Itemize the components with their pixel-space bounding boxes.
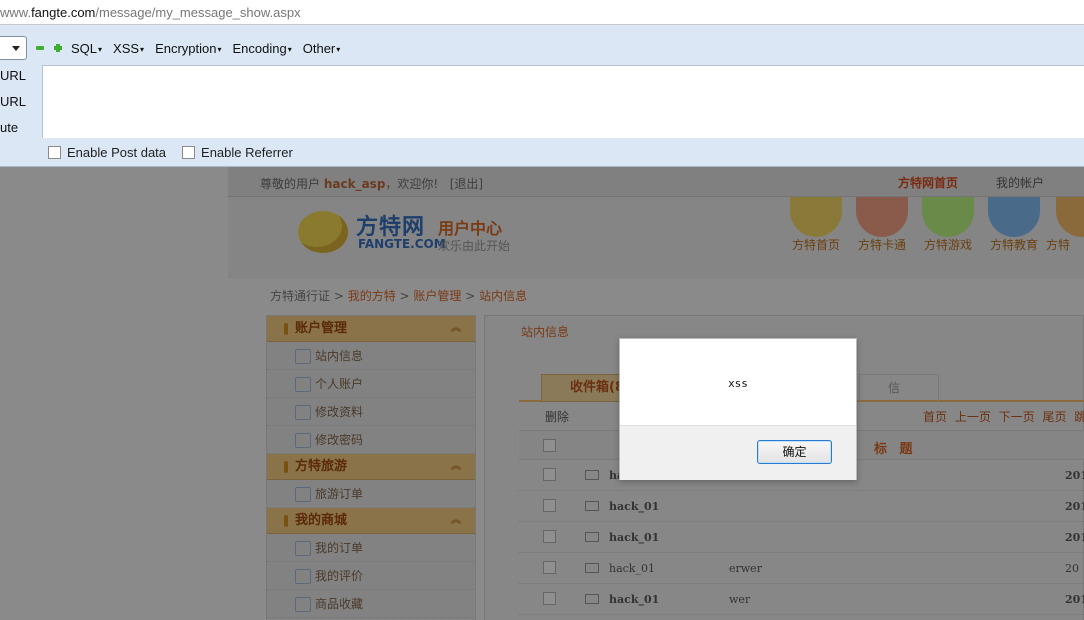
- url-path: /message/my_message_show.aspx: [95, 5, 301, 20]
- sidebar-section-account[interactable]: 账户管理 ︽: [267, 316, 475, 342]
- row-checkbox[interactable]: [543, 592, 556, 605]
- crumb-my-fangte[interactable]: 我的方特: [348, 289, 396, 303]
- greeting: 尊敬的用户 hack_asp，欢迎你! [退出]: [260, 177, 484, 191]
- nav-cartoon[interactable]: 方特卡通: [847, 236, 917, 253]
- nav-cartoon-icon[interactable]: [856, 197, 908, 237]
- hackbar-options: Enable Post data Enable Referrer: [48, 145, 309, 160]
- nav-home[interactable]: 方特首页: [781, 236, 851, 253]
- sidebar-item-travel-orders[interactable]: 旅游订单: [267, 480, 475, 508]
- nav-game[interactable]: 方特游戏: [913, 236, 983, 253]
- envelope-icon: [585, 470, 599, 480]
- alert-footer: 确定: [620, 425, 856, 480]
- sidebar-item-change-password[interactable]: 修改密码: [267, 426, 475, 454]
- alert-message: xss: [728, 377, 748, 390]
- logo-slogan: 欢乐由此开始: [438, 239, 511, 253]
- row-subject[interactable]: erwer: [729, 562, 762, 575]
- decrease-icon[interactable]: [35, 43, 45, 53]
- menu-other[interactable]: Other▾: [303, 41, 341, 56]
- crumb-passport[interactable]: 方特通行证: [270, 289, 330, 303]
- row-date: 201: [1065, 531, 1084, 544]
- home-link[interactable]: 方特网首页: [898, 174, 958, 191]
- row-checkbox[interactable]: [543, 468, 556, 481]
- menu-encoding[interactable]: Encoding▾: [233, 41, 292, 56]
- subject-header: 标 题: [874, 442, 917, 457]
- collapse-icon[interactable]: ︽: [451, 454, 461, 480]
- table-row[interactable]: hack_01 201: [519, 491, 1084, 522]
- sidebar-item-messages[interactable]: 站内信息: [267, 342, 475, 370]
- collapse-icon[interactable]: ︽: [451, 508, 461, 534]
- panel-title: 站内信息: [521, 325, 570, 339]
- menu-sql[interactable]: SQL▾: [71, 41, 102, 56]
- nav-more[interactable]: 方特: [1046, 236, 1084, 253]
- sidebar-item-favorites[interactable]: 商品收藏: [267, 590, 475, 618]
- alert-dialog: xss 确定: [619, 338, 857, 480]
- row-checkbox[interactable]: [543, 561, 556, 574]
- row-checkbox[interactable]: [543, 530, 556, 543]
- referrer-checkbox[interactable]: [182, 146, 196, 159]
- menu-xss[interactable]: XSS▾: [113, 41, 144, 56]
- envelope-icon: [585, 501, 599, 511]
- nav-home-icon[interactable]: [790, 197, 842, 237]
- delete-button[interactable]: 删除: [545, 408, 569, 425]
- logo-domain: FANGTE.COM: [358, 237, 446, 251]
- account-link[interactable]: 我的帐户: [996, 174, 1044, 191]
- site-topbar: 尊敬的用户 hack_asp，欢迎你! [退出] 方特网首页 我的帐户: [228, 167, 1084, 197]
- row-date: 20: [1065, 562, 1079, 575]
- envelope-icon: [585, 532, 599, 542]
- hackbar-url-textarea[interactable]: [42, 65, 1084, 138]
- row-date: 201: [1065, 500, 1084, 513]
- row-checkbox[interactable]: [543, 499, 556, 512]
- ok-button[interactable]: 确定: [757, 440, 832, 464]
- increase-icon[interactable]: [53, 43, 63, 53]
- sidebar-item-personal-account[interactable]: 个人账户: [267, 370, 475, 398]
- select-all-checkbox[interactable]: [543, 439, 556, 452]
- sidebar-item-my-reviews[interactable]: 我的评价: [267, 562, 475, 590]
- collapse-icon[interactable]: ︽: [451, 316, 461, 342]
- crumb-account[interactable]: 账户管理: [413, 289, 461, 303]
- sidebar-section-travel[interactable]: 方特旅游 ︽: [267, 454, 475, 480]
- crumb-messages[interactable]: 站内信息: [479, 289, 527, 303]
- nav-education[interactable]: 方特教育: [979, 236, 1049, 253]
- row-date: 201: [1065, 593, 1084, 606]
- sidebar-item-my-orders[interactable]: 我的订单: [267, 534, 475, 562]
- hackbar-toolbar: SQL▾ XSS▾ Encryption▾ Encoding▾ Other▾: [0, 34, 351, 62]
- nav-more-icon[interactable]: [1056, 197, 1084, 237]
- sidebar: 账户管理 ︽ 站内信息 个人账户 修改资料 修改密码 方特旅游 ︽ 旅游订单 我的商…: [266, 315, 476, 620]
- pagination[interactable]: 首页 上一页 下一页 尾页 跳转: [923, 408, 1084, 425]
- logout-link[interactable]: [退出]: [450, 177, 483, 191]
- row-sender: hack_01: [609, 562, 655, 575]
- row-date: 201: [1065, 469, 1084, 482]
- sidebar-item-edit-profile[interactable]: 修改资料: [267, 398, 475, 426]
- sidebar-section-mall[interactable]: 我的商城 ︽: [267, 508, 475, 534]
- url-prefix: www.: [0, 5, 32, 20]
- row-subject[interactable]: wer: [729, 593, 750, 606]
- site-banner: 方特网 用户中心 FANGTE.COM 欢乐由此开始 方特首页 方特卡通 方特游…: [228, 197, 1084, 279]
- enable-post-data[interactable]: Enable Post data: [48, 145, 166, 160]
- row-sender: hack_01: [609, 500, 660, 513]
- post-data-checkbox[interactable]: [48, 146, 61, 159]
- tab-other[interactable]: 信: [859, 374, 939, 402]
- url-domain: fangte.com: [31, 5, 96, 20]
- hackbar-panel: SQL▾ XSS▾ Encryption▾ Encoding▾ Other▾ U…: [0, 25, 1084, 167]
- envelope-open-icon: [585, 563, 599, 573]
- nav-education-icon[interactable]: [988, 197, 1040, 237]
- web-page: 尊敬的用户 hack_asp，欢迎你! [退出] 方特网首页 我的帐户 方特网 …: [0, 167, 1084, 620]
- table-row[interactable]: hack_01 wer 201: [519, 584, 1084, 615]
- nav-game-icon[interactable]: [922, 197, 974, 237]
- split-url-button[interactable]: URL: [0, 94, 26, 109]
- enable-referrer[interactable]: Enable Referrer: [182, 145, 293, 160]
- address-bar[interactable]: www.fangte.com/message/my_message_show.a…: [0, 0, 1084, 25]
- envelope-icon: [585, 594, 599, 604]
- breadcrumb: 方特通行证 > 我的方特 > 账户管理 > 站内信息: [270, 289, 528, 303]
- logo-icon: [298, 211, 348, 253]
- logo-user-center: 用户中心: [438, 219, 503, 238]
- table-row[interactable]: hack_01 201: [519, 522, 1084, 553]
- hackbar-dropdown[interactable]: [0, 36, 27, 60]
- row-sender: hack_01: [609, 593, 660, 606]
- load-url-button[interactable]: URL: [0, 68, 26, 83]
- table-row[interactable]: hack_01 erwer 20: [519, 553, 1084, 584]
- execute-button[interactable]: ute: [0, 120, 18, 135]
- row-sender: hack_01: [609, 531, 660, 544]
- menu-encryption[interactable]: Encryption▾: [155, 41, 221, 56]
